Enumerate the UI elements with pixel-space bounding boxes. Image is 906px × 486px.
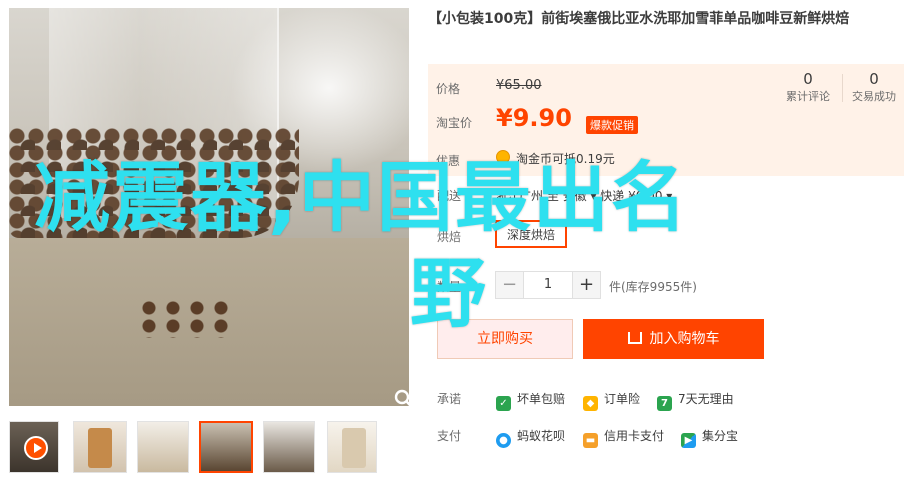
payment-item-3-label: 集分宝 [702,429,739,443]
promise-item-1[interactable]: ✓ 坏单包赔 [496,390,565,411]
payment-item-3[interactable]: ▶ 集分宝 [681,427,738,448]
overlay-line-2: 野 [410,249,488,338]
promise-item-2-label: 订单险 [604,392,641,406]
thumbnail-4-selected[interactable] [199,421,253,473]
promise-item-3[interactable]: 7 7天无理由 [657,390,734,411]
original-price: ¥65.00 [496,78,542,93]
stat-sales[interactable]: 0 交易成功 [846,70,902,104]
huabei-icon: ● [496,433,511,448]
promise-item-2[interactable]: ◆ 订单险 [583,390,640,411]
promo-badge[interactable]: 爆款促销 [586,116,638,134]
insurance-icon: ◆ [583,396,598,411]
overlay-caption: 减震器,中国最出名 野 [34,150,834,342]
payment-item-2-label: 信用卡支付 [604,429,665,443]
sales-label: 交易成功 [852,90,896,103]
coffee-bag-icon [88,428,112,468]
payment-label: 支付 [437,429,462,443]
promo-price-label: 淘宝价 [436,116,473,130]
review-label: 累计评论 [786,90,830,103]
zoom-icon[interactable] [393,388,409,406]
payment-item-1-label: 蚂蚁花呗 [517,429,566,443]
promo-price: ¥9.90 [496,104,572,132]
product-title: 【小包装100克】前街埃塞俄比亚水洗耶加雪菲单品咖啡豆新鲜烘焙 [428,11,850,27]
original-price-label: 价格 [436,82,461,96]
thumbnail-video[interactable] [9,421,59,473]
stat-reviews[interactable]: 0 累计评论 [780,70,836,104]
credit-card-icon: ▬ [583,433,598,448]
stat-divider [842,74,843,102]
promise-item-1-label: 坏单包赔 [517,392,566,406]
coffee-bag-icon [342,428,366,468]
promise-label: 承诺 [437,392,462,406]
payment-item-2[interactable]: ▬ 信用卡支付 [583,427,664,448]
shield-icon: ✓ [496,396,511,411]
thumbnail-2[interactable] [73,421,127,473]
payment-item-1[interactable]: ● 蚂蚁花呗 [496,427,565,448]
sales-count: 0 [869,70,879,88]
promise-item-3-label: 7天无理由 [678,392,734,406]
review-count: 0 [803,70,813,88]
thumbnail-3[interactable] [137,421,189,473]
overlay-line-1: 减震器,中国最出名 [34,153,689,242]
thumbnail-5[interactable] [263,421,315,473]
seven-day-icon: 7 [657,396,672,411]
jifenbao-icon: ▶ [681,433,696,448]
thumbnail-6[interactable] [327,421,377,473]
play-icon[interactable] [24,436,48,460]
